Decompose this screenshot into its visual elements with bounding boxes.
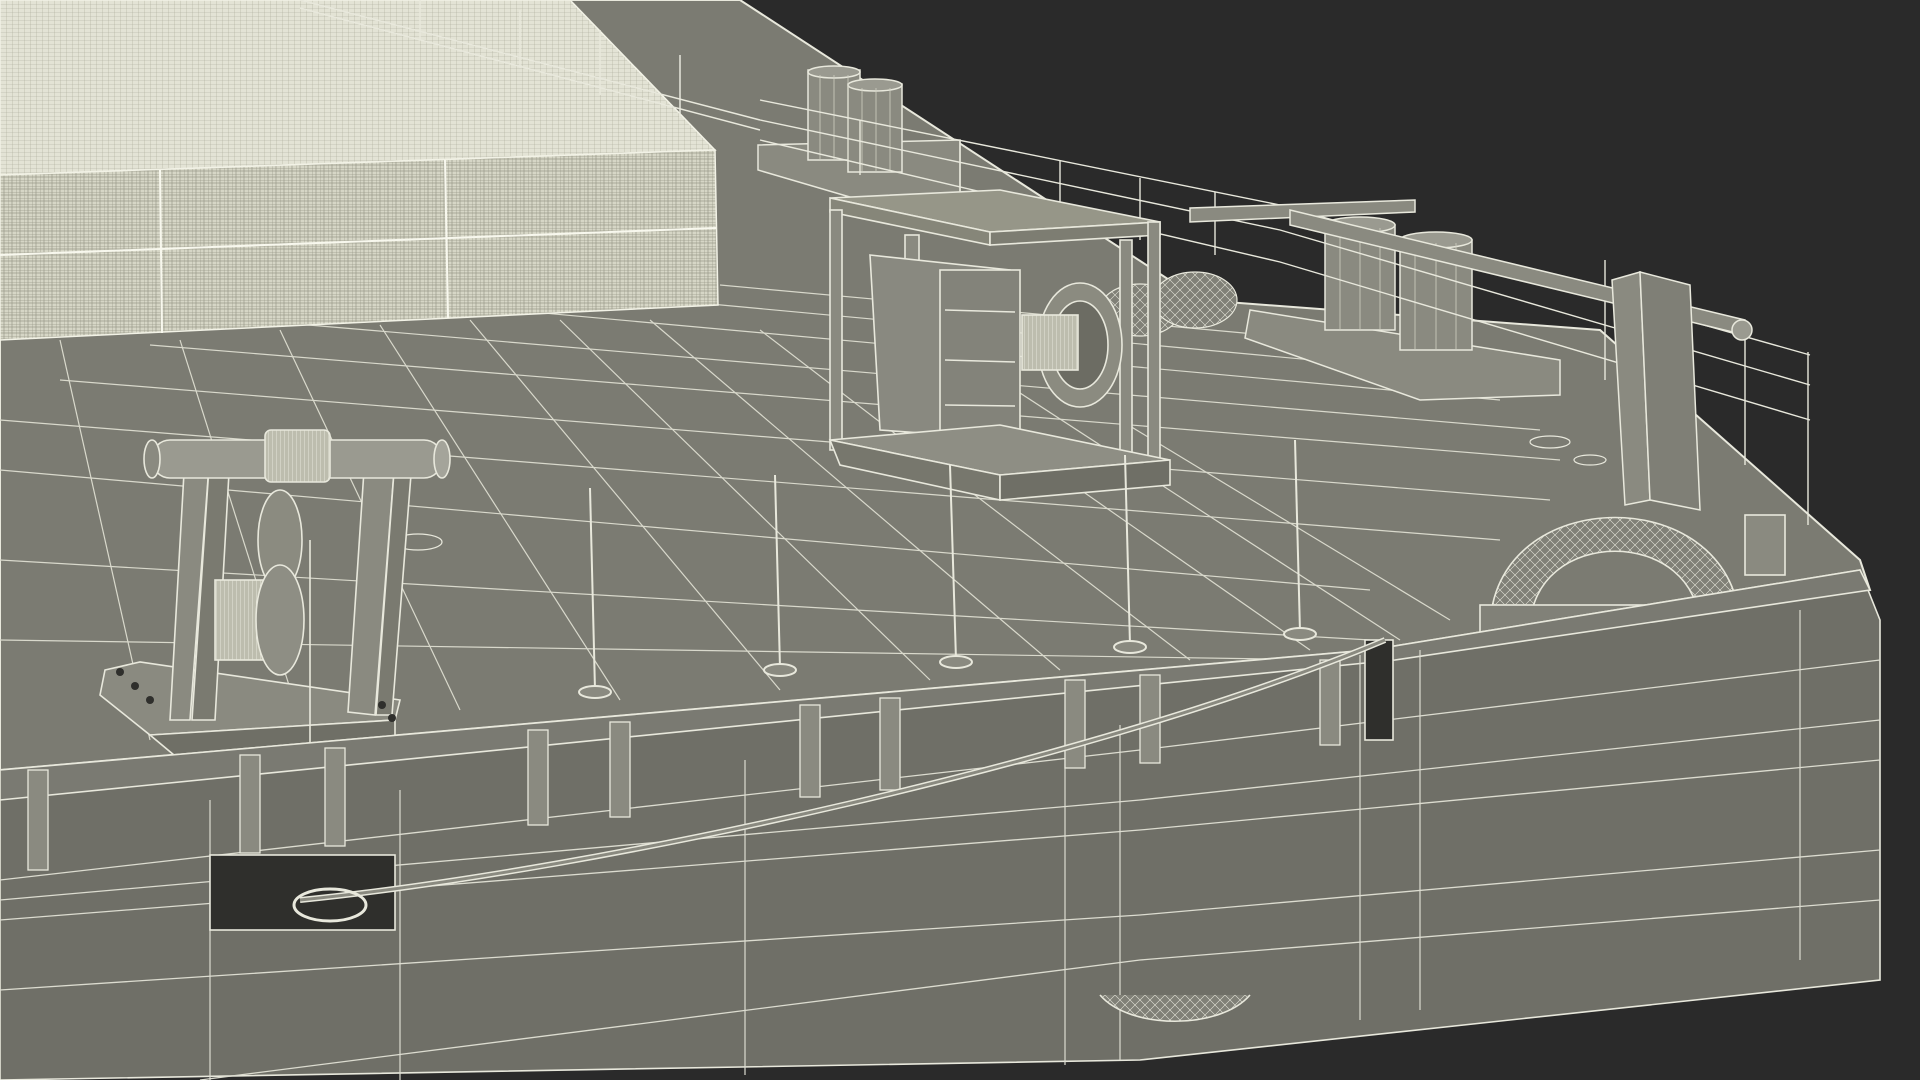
barge-render — [0, 0, 1920, 1080]
